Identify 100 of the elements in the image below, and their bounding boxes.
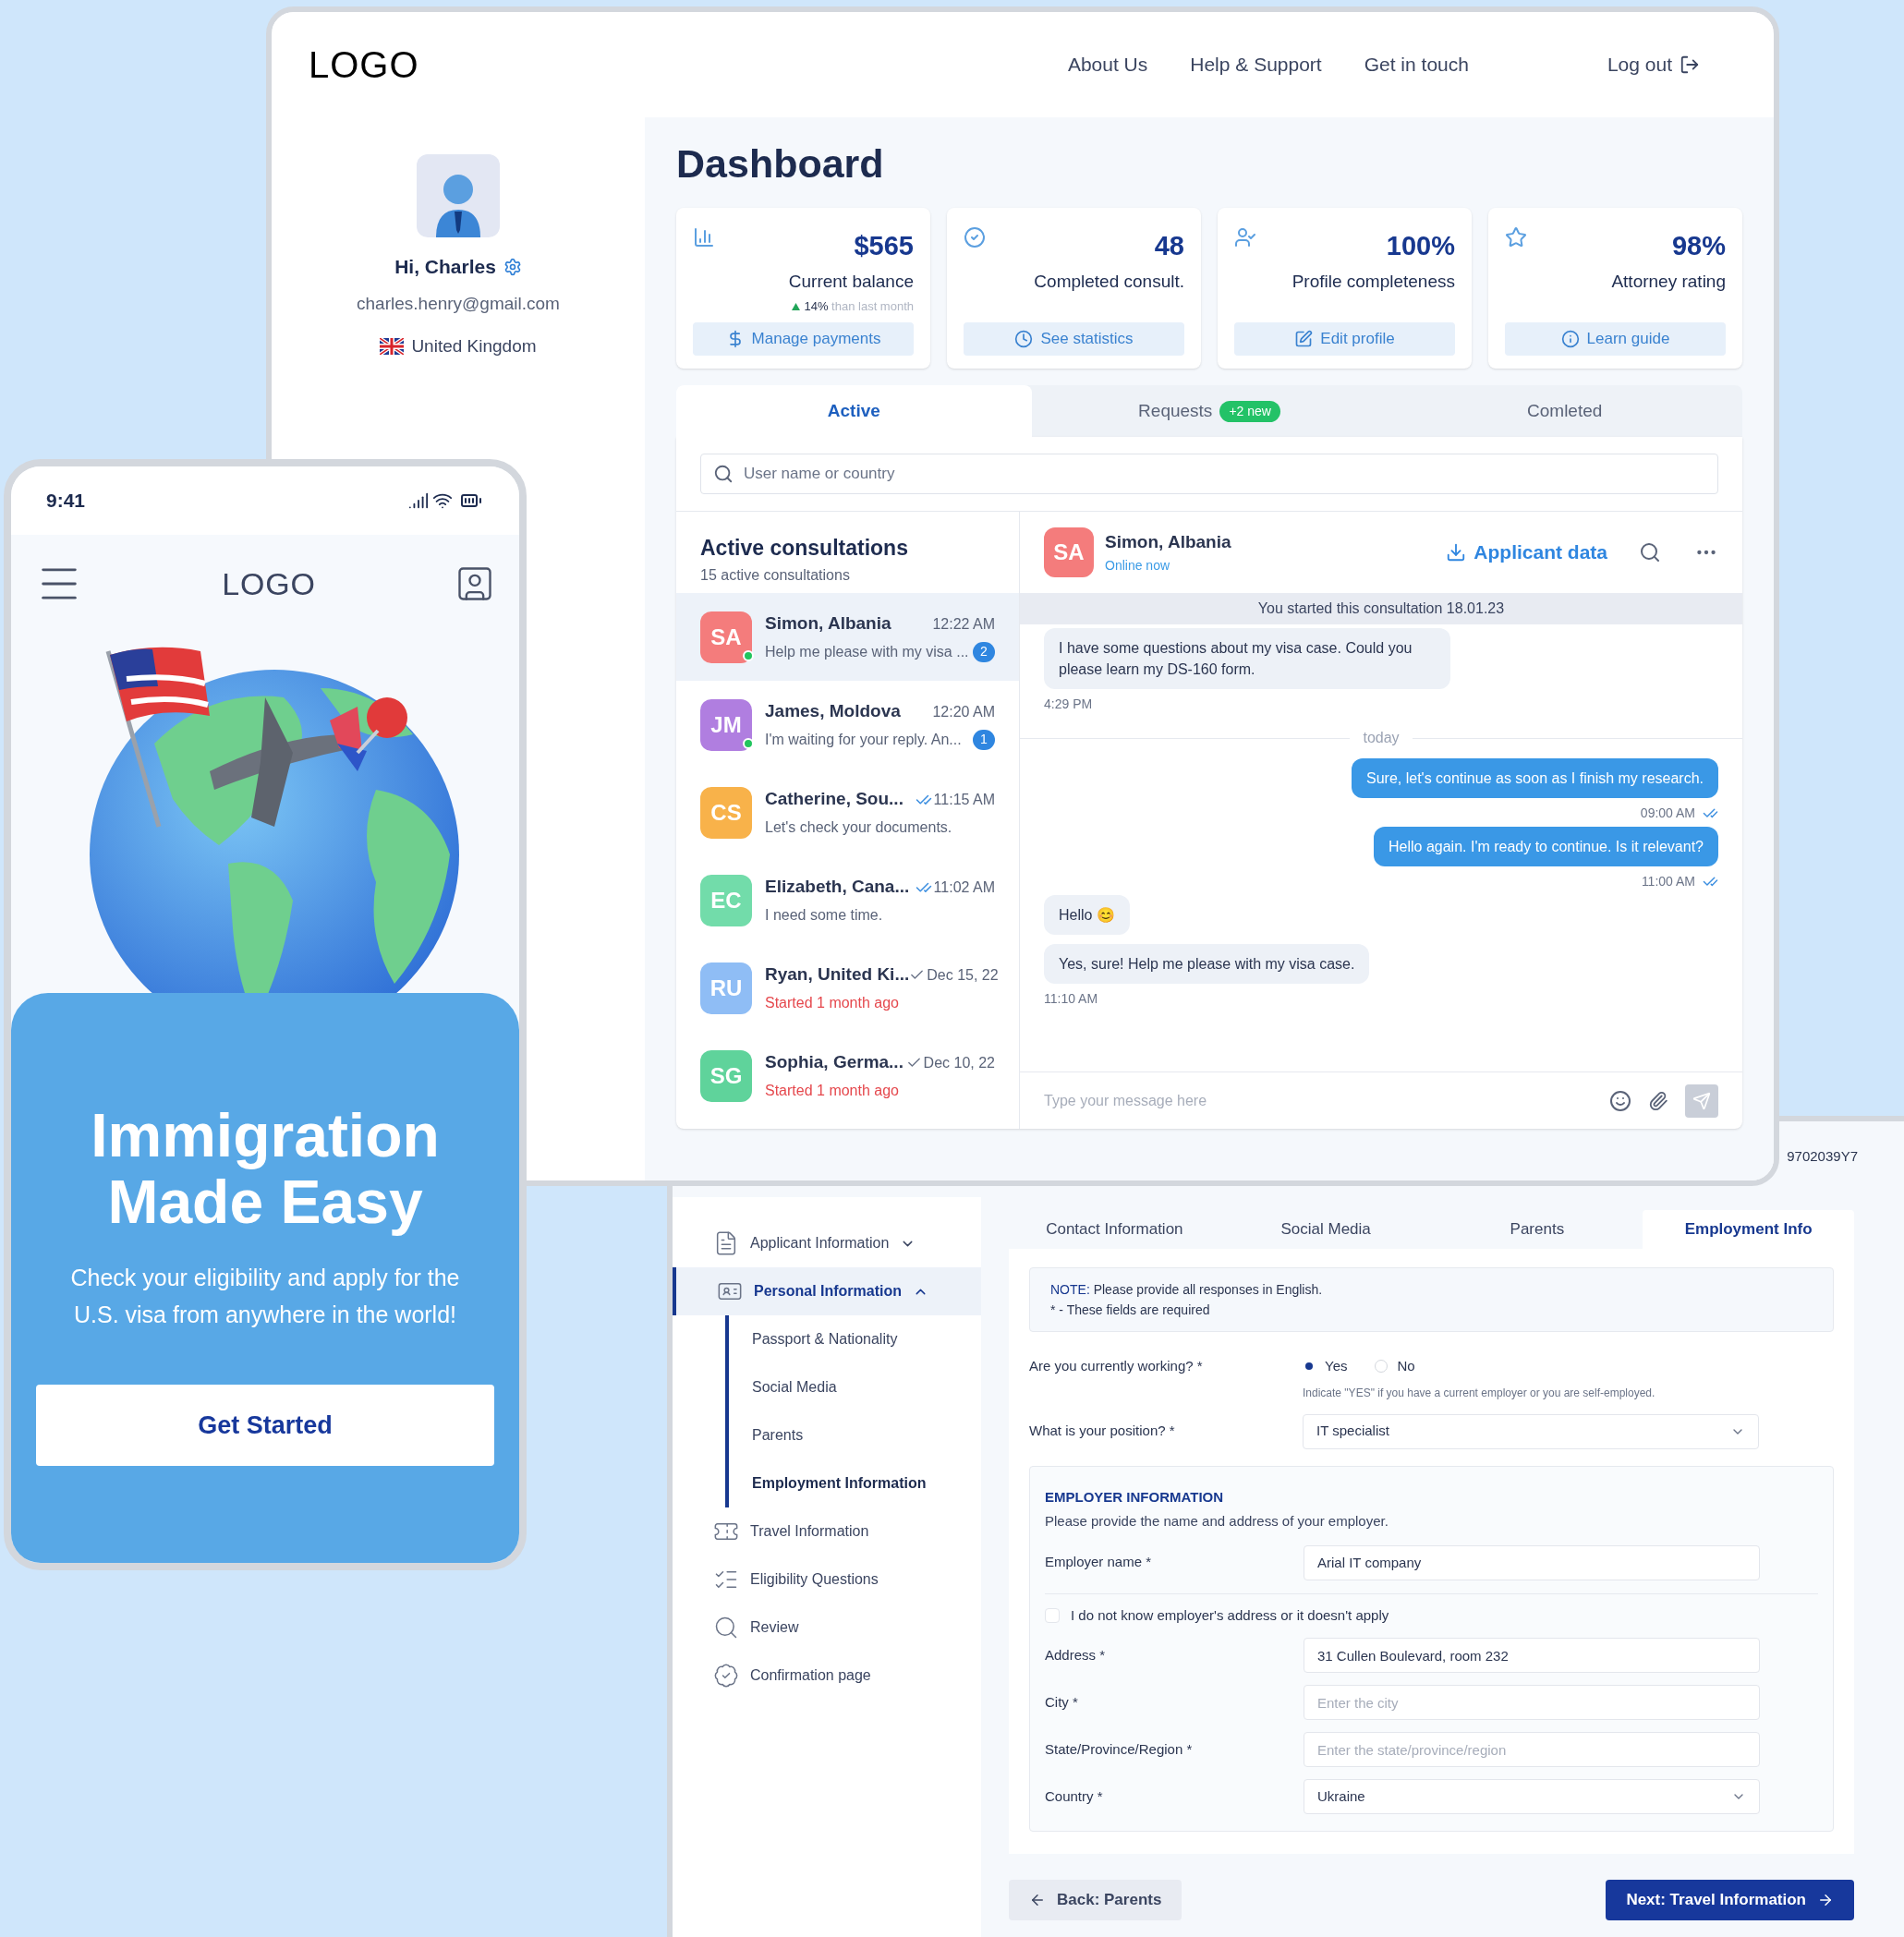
triangle-up-icon xyxy=(792,303,801,310)
stat-label: Current balance xyxy=(787,270,914,293)
nav-link[interactable]: Get in touch xyxy=(1364,50,1469,79)
get-started-button[interactable]: Get Started xyxy=(36,1385,494,1466)
stat-label: Completed consult. xyxy=(1033,270,1184,293)
stat-label: Attorney rating xyxy=(1610,270,1726,293)
attach-icon[interactable] xyxy=(1648,1090,1668,1111)
field-label: Are you currently working? * xyxy=(1029,1357,1204,1375)
contact-name: Simon, Albania xyxy=(1105,531,1231,554)
step-item[interactable]: Personal Information xyxy=(673,1267,981,1315)
no-address-checkbox-row[interactable]: I do not know employer's address or it doesn't apply xyxy=(1045,1604,1818,1626)
message-time: 09:00 AM xyxy=(1640,805,1695,822)
applicant-data-button[interactable]: Applicant data xyxy=(1446,538,1607,567)
radio-option[interactable]: No xyxy=(1375,1356,1415,1377)
input-field[interactable]: Enter the state/province/region xyxy=(1304,1732,1760,1767)
received-message: Hello 😊 xyxy=(1044,895,1130,935)
message-time: 4:29 PM xyxy=(1044,696,1093,713)
date-divider: today xyxy=(1363,729,1400,747)
tab[interactable]: Active xyxy=(676,385,1032,437)
field-label: City * xyxy=(1045,1692,1079,1712)
avatar-initials: JM xyxy=(700,698,752,751)
section-title: EMPLOYER INFORMATION xyxy=(1045,1487,1225,1507)
substep-item[interactable]: Parents xyxy=(752,1424,804,1447)
search-icon xyxy=(713,1615,739,1640)
tab[interactable]: Requests +2 new xyxy=(1031,385,1388,437)
logo: LOGO xyxy=(221,564,317,603)
email: charles.henry@gmail.com xyxy=(357,292,560,315)
form-tab[interactable]: Parents xyxy=(1431,1210,1643,1249)
country-select[interactable]: Ukraine xyxy=(1304,1779,1760,1814)
field-label: Employer name * xyxy=(1045,1553,1153,1572)
nav-link[interactable]: Help & Support xyxy=(1190,50,1322,79)
edit-icon xyxy=(1294,330,1314,348)
bar-chart-icon xyxy=(693,226,715,248)
field-label: Country * xyxy=(1045,1786,1104,1806)
presence-text: Online now xyxy=(1105,556,1171,575)
section-description: Please provide the name and address of your employer. xyxy=(1045,1512,1389,1531)
clock-icon xyxy=(1014,330,1034,348)
substep-item[interactable]: Employment Information xyxy=(752,1472,927,1495)
stat-label: Profile completeness xyxy=(1291,270,1455,293)
required-note: * - These fields are required xyxy=(1050,1301,1211,1319)
stat-value: $565 xyxy=(854,230,914,262)
message-time: 11:02 AM xyxy=(933,878,995,897)
action-button[interactable]: See statistics xyxy=(964,322,1184,356)
input-field[interactable]: 31 Cullen Boulevard, room 232 xyxy=(1304,1638,1760,1673)
country: United Kingdom xyxy=(411,335,537,357)
sent-message: Sure, let's continue as soon as I finish my research. xyxy=(1352,758,1718,798)
message-preview: Let's check your documents. xyxy=(765,817,952,837)
check-circle-icon xyxy=(964,226,986,248)
message-time: 11:00 AM xyxy=(1641,873,1695,890)
avatar-initials: SA xyxy=(700,611,752,663)
unread-badge: 2 xyxy=(973,641,995,662)
received-message: I have some questions about my visa case. Could you please learn my DS-160 form. xyxy=(1044,628,1450,689)
search-icon[interactable] xyxy=(1639,541,1661,563)
arrow-right-icon xyxy=(1817,1892,1834,1908)
logout-icon xyxy=(1680,54,1700,75)
field-label: What is your position? * xyxy=(1029,1422,1176,1441)
emoji-icon[interactable] xyxy=(1609,1089,1631,1112)
step-item[interactable]: Eligibility Questions xyxy=(673,1556,981,1604)
search-field[interactable]: User name or country xyxy=(700,454,1718,494)
consultation-row[interactable]: SA Simon, Albania 12:22 AM Help me please with my visa ... 2 xyxy=(676,593,1019,681)
step-item[interactable]: Review xyxy=(673,1604,981,1652)
action-button[interactable]: Learn guide xyxy=(1505,322,1726,356)
substep-item[interactable]: Passport & Nationality xyxy=(752,1328,898,1350)
back-button[interactable]: Back: Parents xyxy=(1009,1880,1182,1920)
avatar-initials: EC xyxy=(700,874,752,926)
message-preview: Started 1 month ago xyxy=(765,1081,899,1100)
step-item[interactable]: Travel Information xyxy=(673,1507,981,1556)
tab[interactable]: Comleted xyxy=(1387,385,1742,437)
message-preview: I'm waiting for your reply. An... xyxy=(765,730,962,749)
flag-icon xyxy=(380,338,405,356)
message-time: Dec 15, 22 xyxy=(927,965,999,985)
form-tab[interactable]: Contact Information xyxy=(1009,1210,1220,1249)
list-title: Active consultations xyxy=(700,535,909,562)
form-tab[interactable]: Social Media xyxy=(1219,1210,1432,1249)
step-item[interactable]: Confirmation page xyxy=(673,1652,981,1700)
next-button[interactable]: Next: Travel Information xyxy=(1606,1880,1854,1920)
logout-button[interactable]: Log out xyxy=(1607,50,1700,79)
download-icon xyxy=(1446,542,1467,563)
sent-message: Hello again. I'm ready to continue. Is it relevant? xyxy=(1374,827,1718,866)
page-title: Dashboard xyxy=(676,140,885,188)
send-icon xyxy=(1692,1091,1711,1110)
step-item[interactable]: Applicant Information xyxy=(673,1219,981,1267)
avatar-initials: SG xyxy=(700,1049,752,1102)
settings-icon[interactable] xyxy=(503,257,522,276)
substep-item[interactable]: Social Media xyxy=(752,1376,837,1398)
note-text: NOTE: Please provide all responses in English. xyxy=(1050,1281,1324,1299)
nav-link[interactable]: About Us xyxy=(1067,50,1148,79)
stat-value: 48 xyxy=(1154,230,1184,262)
info-icon xyxy=(1560,330,1580,348)
position-select[interactable]: IT specialist xyxy=(1303,1413,1759,1449)
employer-name-field[interactable]: Arial IT company xyxy=(1304,1544,1760,1580)
form-tab[interactable]: Employment Info xyxy=(1643,1210,1854,1249)
field-label: Address * xyxy=(1045,1645,1107,1665)
message-input[interactable]: Type your message here xyxy=(1044,1089,1593,1112)
contact-name: James, Moldova xyxy=(765,700,901,723)
input-field[interactable]: Enter the city xyxy=(1304,1685,1760,1720)
message-time: 11:10 AM xyxy=(1044,990,1098,1008)
action-button[interactable]: Manage payments xyxy=(693,322,914,356)
star-icon xyxy=(1505,226,1527,248)
radio-option[interactable]: Yes xyxy=(1303,1356,1348,1377)
